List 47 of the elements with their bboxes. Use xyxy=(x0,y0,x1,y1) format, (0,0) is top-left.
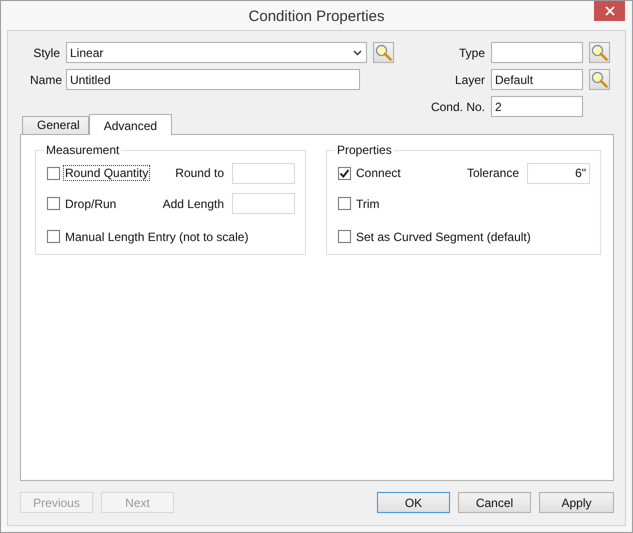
lookup-button[interactable] xyxy=(589,42,610,63)
field-label: Style xyxy=(32,46,60,60)
input-field[interactable] xyxy=(232,162,295,184)
field-label: Tolerance xyxy=(466,166,519,180)
field-label: Type xyxy=(458,46,485,60)
close-icon xyxy=(604,6,614,16)
dialog-button[interactable]: OK xyxy=(377,492,450,513)
close-button[interactable] xyxy=(594,1,625,21)
checkmark-icon xyxy=(339,168,350,178)
group-title: Measurement xyxy=(45,143,120,157)
checkbox[interactable] xyxy=(47,230,60,243)
checkbox[interactable] xyxy=(47,197,60,210)
style-dropdown[interactable]: Linear xyxy=(66,42,367,63)
input-field[interactable]: 6" xyxy=(527,162,590,184)
checkbox-label[interactable]: Trim xyxy=(354,196,382,212)
lookup-button[interactable] xyxy=(589,69,610,90)
checkbox-label[interactable]: Set as Curved Segment (default) xyxy=(354,228,533,244)
checkbox[interactable] xyxy=(338,230,351,243)
checkbox-label[interactable]: Manual Length Entry (not to scale) xyxy=(63,228,250,244)
checkbox[interactable] xyxy=(338,197,351,210)
name-field[interactable]: Untitled xyxy=(66,69,360,90)
magnifier-icon xyxy=(591,44,608,61)
checkbox[interactable] xyxy=(338,166,351,180)
lookup-button[interactable] xyxy=(373,42,394,63)
tab[interactable]: General xyxy=(22,116,89,134)
field-label: Cond. No. xyxy=(430,100,485,114)
layer-field[interactable]: Default xyxy=(491,69,583,90)
dialog-button[interactable]: Cancel xyxy=(458,492,531,513)
magnifier-icon xyxy=(375,44,392,61)
group-title: Properties xyxy=(336,143,393,157)
checkbox-label[interactable]: Round Quantity xyxy=(63,165,150,181)
checkbox[interactable] xyxy=(47,166,60,180)
input-field[interactable] xyxy=(232,193,295,214)
window-title: Condition Properties xyxy=(248,8,384,25)
checkbox-label[interactable]: Connect xyxy=(354,165,403,181)
magnifier-icon xyxy=(591,71,608,88)
field-label: Round to xyxy=(175,166,224,180)
chevron-down-icon xyxy=(353,50,362,56)
field-label: Layer xyxy=(454,72,485,86)
tab[interactable]: Advanced xyxy=(88,114,172,135)
type-field[interactable] xyxy=(491,42,583,63)
dropdown-value: Linear xyxy=(70,46,104,60)
dialog-button[interactable]: Apply xyxy=(539,492,614,513)
cond-no-field[interactable]: 2 xyxy=(491,96,583,117)
field-label: Add Length xyxy=(162,196,224,210)
checkbox-label[interactable]: Drop/Run xyxy=(63,196,118,212)
field-label: Name xyxy=(30,72,60,86)
